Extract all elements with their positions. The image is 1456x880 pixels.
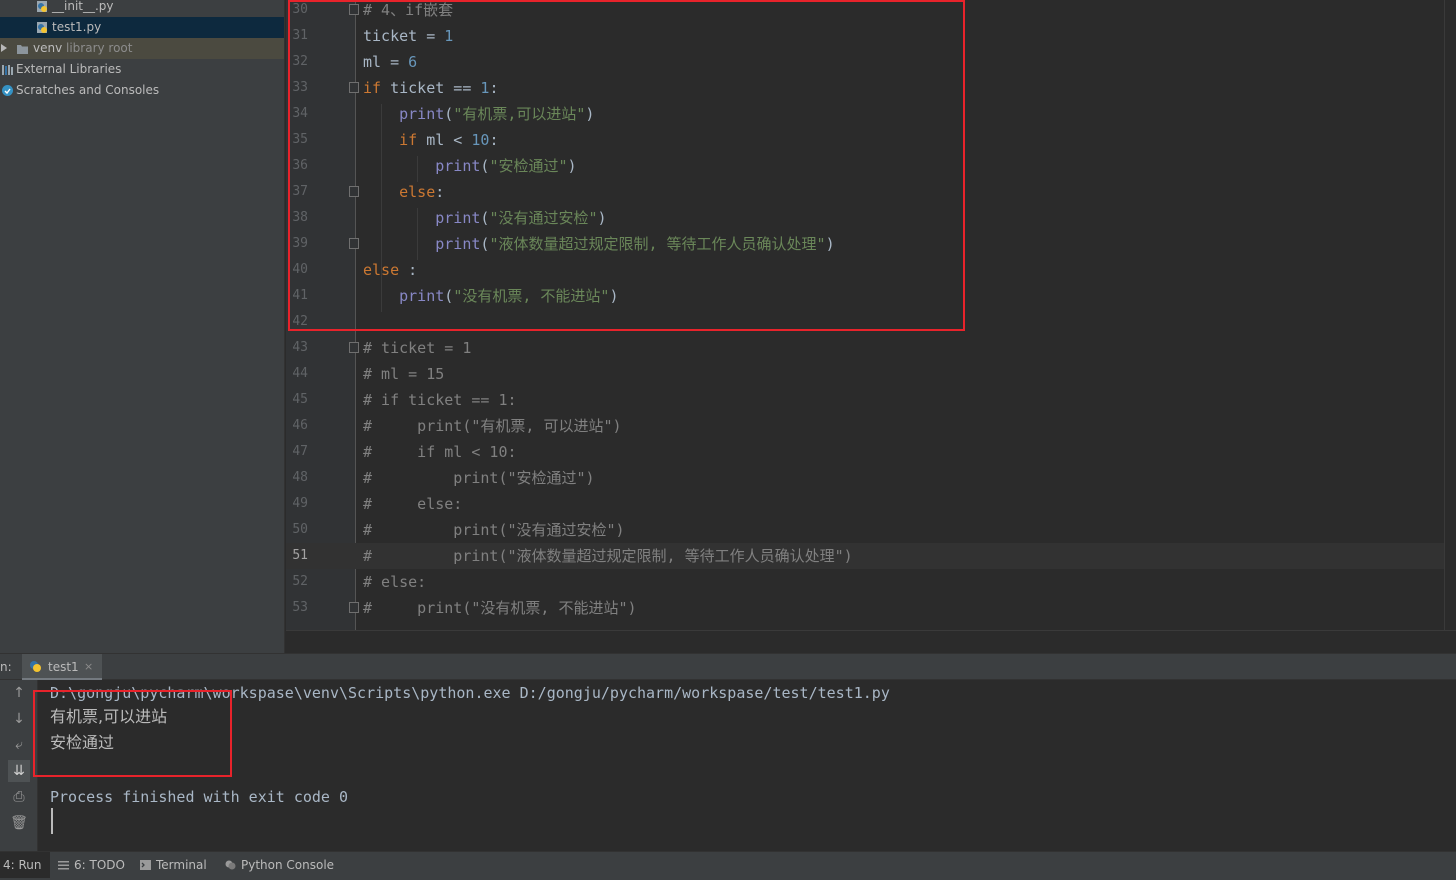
run-tab-test1[interactable]: test1 × [22,654,102,680]
print-icon[interactable]: ⎙ [8,786,30,808]
annotation-box-code [288,0,965,331]
line-number: 51 [292,548,308,563]
up-arrow-icon[interactable]: ↑ [8,682,30,704]
code-text: # print("液体数量超过规定限制, 等待工作人员确认处理") [363,543,853,569]
python-file-icon [37,22,47,33]
line-number: 44 [292,366,308,381]
code-text: # else: [363,491,462,517]
code-text: # if ml < 10: [363,439,517,465]
todo-tab-text: 6: TODO [74,858,125,872]
trash-icon[interactable]: 🗑 [8,812,30,834]
editor-horizontal-scrollbar[interactable] [286,630,1456,653]
console-caret [51,808,53,834]
code-text: # ticket = 1 [363,335,471,361]
code-token: # if ticket == 1: [363,391,517,409]
scratches-icon [2,85,13,96]
code-token: # if ml < 10: [363,443,517,461]
code-token: # print("有机票, 可以进站") [363,417,622,435]
code-token: # else: [363,573,427,591]
project-tree: __init__.py test1.py venv library root E… [0,0,285,653]
tree-item-label: venv [33,41,63,55]
libraries-icon [2,65,13,75]
code-text: # if ticket == 1: [363,387,517,413]
expand-arrow-icon[interactable] [1,44,7,52]
tree-item-venv[interactable]: venv library root [0,38,284,59]
tab-terminal[interactable]: Terminal [140,852,207,878]
tree-item-init-py[interactable]: __init__.py [0,0,284,17]
tab-run[interactable]: 4: Run [0,852,50,878]
line-number: 43 [292,340,308,355]
code-token: # print("没有机票, 不能进站") [363,599,637,617]
code-line[interactable]: 52 # else: [286,569,1444,595]
code-line[interactable]: 46 # print("有机票, 可以进站") [286,413,1444,439]
line-number: 47 [292,444,308,459]
code-line[interactable]: 50 # print("没有通过安检") [286,517,1444,543]
folder-icon [17,45,28,54]
python-file-icon [37,1,47,12]
line-number: 45 [292,392,308,407]
code-token: # ticket = 1 [363,339,472,357]
code-line[interactable]: 49 # else: [286,491,1444,517]
code-token: # print("液体数量超过规定限制, 等待工作人员确认处理") [363,547,853,565]
run-tab-label: test1 [48,660,79,674]
tree-item-external-libraries[interactable]: External Libraries [0,59,284,80]
code-text: # print("没有通过安检") [363,517,625,543]
tree-item-label: __init__.py [52,0,114,13]
run-panel-header: n: test1 × [0,653,1456,680]
line-number: 48 [292,470,308,485]
tree-item-label: External Libraries [16,62,122,76]
todo-icon [58,861,69,870]
code-token: # print("没有通过安检") [363,521,625,539]
tree-item-label: Scratches and Consoles [16,83,160,97]
code-line[interactable]: 43 # ticket = 1 [286,335,1444,361]
tab-python-console[interactable]: Python Console [225,852,334,878]
python-console-tab-text: Python Console [241,858,335,872]
console-exit-message: Process finished with exit code 0 [50,788,349,806]
annotation-box-output [33,690,232,777]
python-icon [30,661,41,672]
line-number: 46 [292,418,308,433]
run-console[interactable]: D:\gongju\pycharm\workspase\venv\Scripts… [38,680,1456,851]
run-tab-text: 4: Run [3,858,42,872]
fold-marker-icon[interactable] [349,602,359,613]
code-text: # else: [363,569,426,595]
code-text: # print("没有机票, 不能进站") [363,595,637,621]
code-text: # ml = 15 [363,361,444,387]
terminal-tab-text: Terminal [156,858,207,872]
code-text: # print("安检通过") [363,465,595,491]
code-line[interactable]: 44 # ml = 15 [286,361,1444,387]
tab-todo[interactable]: 6: TODO [58,852,125,878]
line-number: 50 [292,522,308,537]
code-line[interactable]: 45 # if ticket == 1: [286,387,1444,413]
line-number: 49 [292,496,308,511]
code-token: # ml = 15 [363,365,445,383]
code-token: # print("安检通过") [363,469,595,487]
python-console-icon [225,860,236,870]
line-number: 52 [292,574,308,589]
tree-item-scratches[interactable]: Scratches and Consoles [0,80,284,101]
code-line[interactable]: 51 # print("液体数量超过规定限制, 等待工作人员确认处理") [286,543,1444,569]
tree-item-label: test1.py [52,20,102,34]
close-icon[interactable]: × [84,654,93,680]
code-line[interactable]: 53 # print("没有机票, 不能进站") [286,595,1444,621]
terminal-icon [140,860,151,870]
run-panel-title: n: [0,660,12,674]
soft-wrap-icon[interactable]: ⤶ [8,734,30,756]
code-text: # print("有机票, 可以进站") [363,413,622,439]
tool-window-bar: 4: Run 6: TODO Terminal Python Console [0,851,1456,880]
tree-item-test1-py[interactable]: test1.py [0,17,284,38]
code-line[interactable]: 48 # print("安检通过") [286,465,1444,491]
line-number: 53 [292,600,308,615]
down-arrow-icon[interactable]: ↓ [8,708,30,730]
library-root-hint: library root [66,41,133,55]
fold-marker-icon[interactable] [349,342,359,353]
scroll-to-end-icon[interactable]: ⇊ [8,760,30,782]
code-token: # else: [363,495,463,513]
editor-vertical-scrollbar[interactable] [1444,0,1456,630]
code-line[interactable]: 47 # if ml < 10: [286,439,1444,465]
